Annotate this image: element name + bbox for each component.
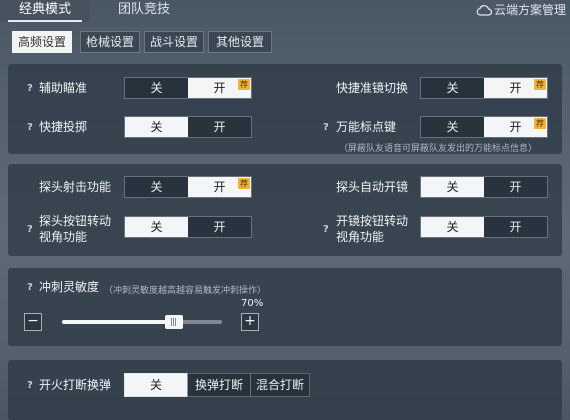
cloud-plan-manager-button[interactable]: 云端方案管理 (494, 1, 566, 18)
marker-key-off[interactable]: 关 (421, 117, 484, 137)
fire-interrupt-reload[interactable]: 换弹打断 (187, 373, 251, 397)
sprint-sensitivity-label: 冲刺灵敏度 (39, 280, 100, 294)
fire-interrupt-label: 开火打断换弹 (39, 378, 112, 392)
aim-assist-toggle[interactable]: 关 开荐 (124, 77, 252, 99)
slider-fill (62, 320, 174, 324)
peek-fire-toggle[interactable]: 关 开荐 (124, 176, 252, 198)
tab-combat-settings[interactable]: 战斗设置 (144, 31, 204, 53)
quick-throw-toggle[interactable]: 关 开 (124, 116, 252, 138)
recommended-badge: 荐 (238, 79, 250, 90)
sprint-sensitivity-slider[interactable] (62, 320, 222, 324)
peek-auto-scope-off[interactable]: 关 (421, 177, 484, 197)
peek-fire-label: 探头射击功能 (39, 180, 112, 194)
scope-button-view-label-line1: 开镜按钮转动 (336, 214, 409, 228)
scope-button-view-off[interactable]: 关 (421, 217, 484, 237)
tab-other-settings[interactable]: 其他设置 (208, 31, 272, 53)
aim-assist-on[interactable]: 开荐 (188, 78, 251, 98)
top-tab-bar: 经典模式 团队竞技 云端方案管理 (0, 0, 570, 22)
marker-key-on[interactable]: 开荐 (484, 117, 547, 137)
help-icon[interactable]: ? (27, 224, 33, 235)
peek-fire-on-label: 开 (213, 180, 226, 194)
help-icon[interactable]: ? (323, 122, 329, 133)
tab-weapon-settings[interactable]: 枪械设置 (80, 31, 140, 53)
peek-button-view-on[interactable]: 开 (188, 217, 251, 237)
tab-high-frequency[interactable]: 高频设置 (12, 31, 72, 53)
sprint-sensitivity-value: 70% (241, 298, 264, 309)
quick-throw-label: 快捷投掷 (39, 120, 88, 134)
marker-key-on-label: 开 (509, 120, 522, 134)
scope-switch-label: 快捷准镜切换 (336, 81, 409, 95)
tab-classic-mode[interactable]: 经典模式 (0, 0, 90, 22)
help-icon[interactable]: ? (27, 282, 33, 293)
scope-switch-toggle[interactable]: 关 开荐 (420, 77, 548, 99)
quick-throw-on[interactable]: 开 (188, 117, 251, 137)
cloud-icon[interactable] (476, 3, 492, 16)
scope-switch-off[interactable]: 关 (421, 78, 484, 98)
peek-button-view-label-line1: 探头按钮转动 (39, 214, 112, 228)
aim-assist-label: 辅助瞄准 (39, 81, 88, 95)
peek-button-view-toggle[interactable]: 关 开 (124, 216, 252, 238)
recommended-badge: 荐 (238, 178, 250, 189)
peek-auto-scope-on[interactable]: 开 (484, 177, 547, 197)
quick-throw-off[interactable]: 关 (125, 117, 188, 137)
aim-assist-off[interactable]: 关 (125, 78, 188, 98)
peek-button-view-off[interactable]: 关 (125, 217, 188, 237)
peek-fire-on[interactable]: 开荐 (188, 177, 251, 197)
slider-thumb[interactable] (165, 315, 183, 329)
scope-switch-on[interactable]: 开荐 (484, 78, 547, 98)
scope-button-view-toggle[interactable]: 关 开 (420, 216, 548, 238)
fire-interrupt-mixed[interactable]: 混合打断 (250, 373, 310, 397)
peek-auto-scope-label: 探头自动开镜 (336, 180, 409, 194)
peek-fire-off[interactable]: 关 (125, 177, 188, 197)
sprint-sensitivity-hint: （冲刺灵敏度越高越容易触发冲刺操作） (104, 286, 267, 296)
peek-auto-scope-toggle[interactable]: 关 开 (420, 176, 548, 198)
marker-key-label: 万能标点键 (336, 120, 397, 134)
recommended-badge: 荐 (534, 118, 546, 129)
help-icon[interactable]: ? (27, 83, 33, 94)
fire-interrupt-off[interactable]: 关 (124, 373, 188, 397)
recommended-badge: 荐 (534, 79, 546, 90)
marker-key-toggle[interactable]: 关 开荐 (420, 116, 548, 138)
help-icon[interactable]: ? (27, 380, 33, 391)
peek-button-view-label-line2: 视角功能 (39, 230, 88, 244)
minus-button[interactable]: − (24, 313, 42, 331)
help-icon[interactable]: ? (27, 122, 33, 133)
fire-interrupt-selector[interactable]: 关 换弹打断 混合打断 (124, 373, 310, 397)
aim-assist-on-label: 开 (213, 81, 226, 95)
tab-team-deathmatch[interactable]: 团队竞技 (104, 0, 184, 22)
help-icon[interactable]: ? (323, 224, 329, 235)
scope-switch-on-label: 开 (509, 81, 522, 95)
plus-button[interactable]: + (241, 313, 259, 331)
marker-key-hint: （屏蔽队友语音可屏蔽队友发出的万能标点信息） (339, 144, 538, 154)
scope-button-view-label-line2: 视角功能 (336, 230, 385, 244)
scope-button-view-on[interactable]: 开 (484, 217, 547, 237)
